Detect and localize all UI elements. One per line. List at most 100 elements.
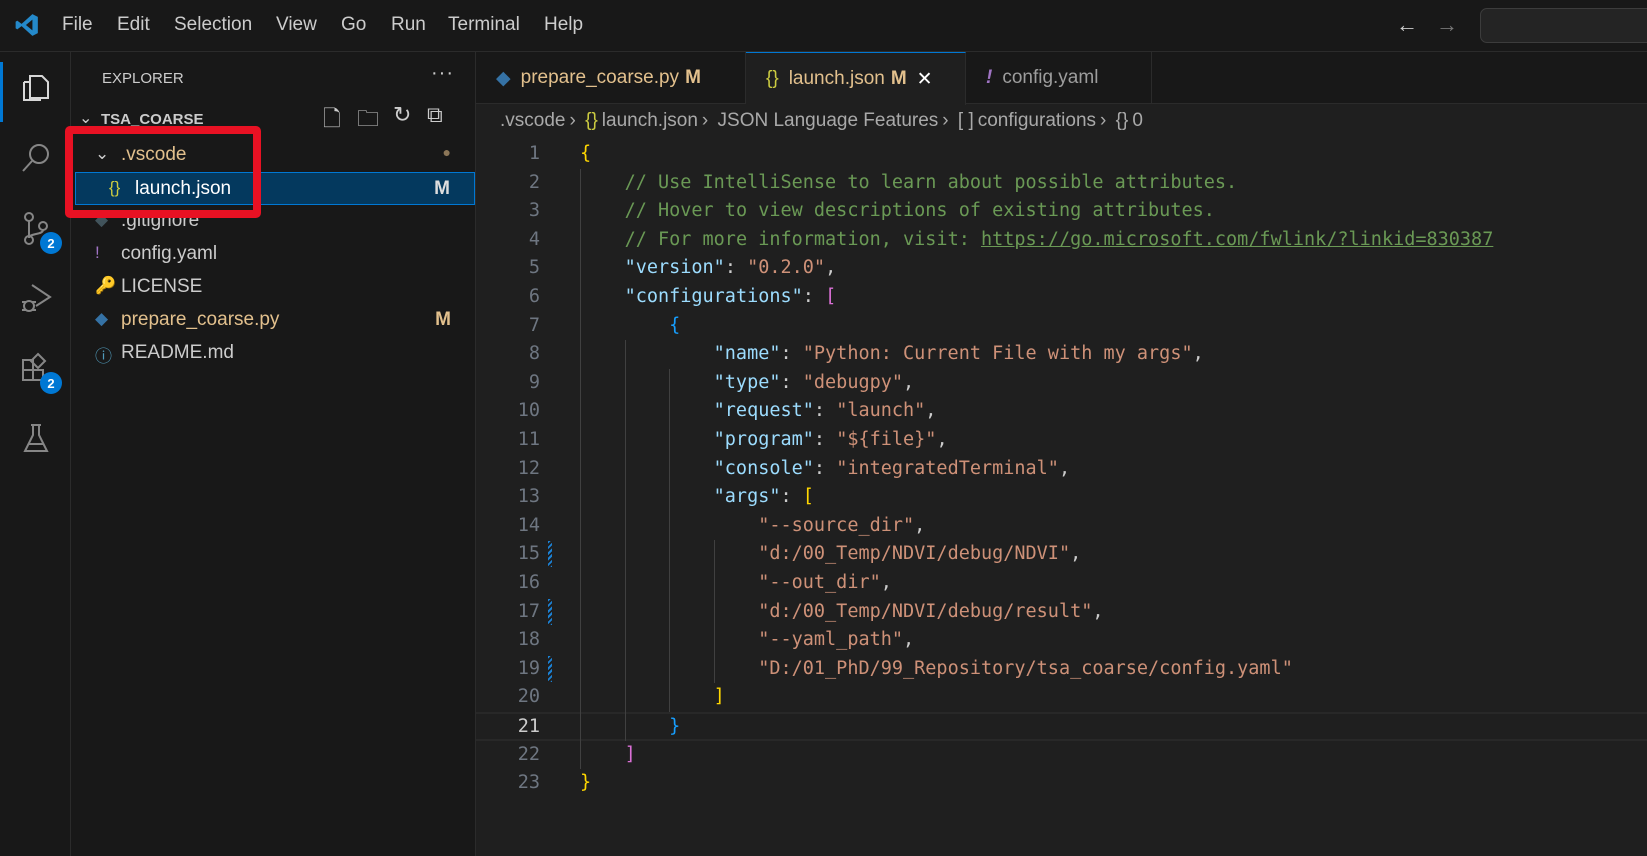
code-token: "launch" — [836, 400, 926, 422]
tree-item-label: LICENSE — [121, 276, 203, 297]
breadcrumb-item[interactable]: .vscode — [500, 110, 565, 131]
more-actions-icon[interactable]: ··· — [431, 62, 454, 85]
modified-line-gutter-indicator[interactable] — [548, 598, 552, 625]
code-token: [ — [825, 286, 837, 307]
tab-status: M — [685, 67, 701, 88]
tab-label: prepare_coarse.py — [520, 67, 680, 88]
breadcrumb-item[interactable]: 0 — [1132, 110, 1143, 131]
code-text: } — [580, 714, 680, 739]
code-text: "request": "launch", — [580, 397, 937, 426]
menu-edit[interactable]: Edit — [117, 14, 150, 36]
code-token: "debugpy" — [802, 371, 904, 393]
breadcrumb-item[interactable]: launch.json — [602, 110, 698, 131]
code-token: ] — [713, 686, 725, 708]
collapse-all-icon[interactable]: ⧉ — [427, 102, 443, 128]
command-center-search[interactable] — [1480, 8, 1647, 43]
menu-help[interactable]: Help — [544, 14, 583, 36]
tab-launch-json[interactable]: {} launch.json M ✕ — [746, 52, 966, 105]
line-number: 4 — [528, 228, 540, 250]
code-line: 18 "--yaml_path", — [476, 626, 1647, 655]
line-number: 5 — [528, 257, 540, 279]
code-text: "args": [ — [580, 483, 814, 512]
code-token: , — [880, 572, 892, 593]
run-debug-icon[interactable] — [14, 276, 58, 320]
back-arrow-icon[interactable]: ← — [1396, 12, 1418, 38]
new-file-icon[interactable]: 🗋 — [323, 102, 341, 140]
extensions-icon[interactable]: 2 — [14, 346, 62, 394]
menu-go[interactable]: Go — [341, 14, 366, 36]
activity-bar: 2 2 — [0, 52, 71, 856]
explorer-icon[interactable] — [14, 66, 58, 110]
code-token: "type" — [713, 371, 781, 393]
link[interactable]: https://go.microsoft.com/fwlink/?linkid=… — [981, 229, 1493, 250]
code-line: 11 "program": "${file}", — [476, 426, 1647, 455]
code-token: [ — [802, 486, 814, 508]
testing-flask-icon[interactable] — [14, 416, 58, 460]
code-line: 10 "request": "launch", — [476, 397, 1647, 426]
menu-view[interactable]: View — [276, 14, 317, 36]
code-token: "name" — [713, 343, 781, 365]
tree-item-prepare_coarse-py[interactable]: ◆ prepare_coarse.py M — [75, 304, 475, 337]
line-number: 15 — [517, 543, 540, 565]
array-icon: [ ] — [957, 110, 974, 131]
code-line: 1{ — [476, 140, 1647, 169]
tab-config-yaml[interactable]: ! config.yaml — [966, 52, 1152, 104]
line-number: 12 — [517, 457, 540, 479]
code-text: "d:/00_Temp/NDVI/debug/result", — [580, 598, 1103, 627]
code-text: "console": "integratedTerminal", — [580, 455, 1070, 484]
line-number: 16 — [517, 572, 540, 593]
refresh-icon[interactable]: ↻ — [393, 102, 411, 128]
tree-item-label: prepare_coarse.py — [121, 309, 280, 330]
code-line: 14 "--source_dir", — [476, 512, 1647, 541]
editor-tabs: ◆ prepare_coarse.py M {} launch.json M ✕… — [476, 52, 1647, 105]
tree-item-config-yaml[interactable]: ! config.yaml — [75, 238, 475, 271]
menu-run[interactable]: Run — [391, 14, 426, 36]
code-token: , — [1070, 543, 1082, 565]
line-number: 9 — [528, 371, 540, 393]
tree-item-label: config.yaml — [121, 243, 218, 264]
forward-arrow-icon[interactable]: → — [1436, 12, 1458, 38]
source-control-icon[interactable]: 2 — [14, 206, 62, 254]
breadcrumb-item[interactable]: configurations — [978, 110, 1096, 131]
vscode-logo-icon — [15, 14, 38, 36]
scm-badge: 2 — [40, 232, 62, 254]
code-line: 20 ] — [476, 683, 1647, 712]
code-line: 17 "d:/00_Temp/NDVI/debug/result", — [476, 598, 1647, 627]
modified-line-gutter-indicator[interactable] — [548, 655, 552, 682]
title-bar: File Edit Selection View Go Run Terminal Help ←… — [0, 0, 1647, 52]
tree-item-LICENSE[interactable]: 🔑 LICENSE — [75, 271, 475, 304]
code-token: , — [1192, 343, 1204, 365]
code-token: "--yaml_path" — [758, 629, 904, 651]
breadcrumb-item[interactable]: JSON Language Features — [718, 110, 939, 131]
code-text: "--source_dir", — [580, 512, 925, 541]
menu-file[interactable]: File — [62, 14, 93, 36]
code-line: 15 "d:/00_Temp/NDVI/debug/NDVI", — [476, 540, 1647, 569]
license-icon: 🔑 — [95, 276, 117, 295]
menu-terminal[interactable]: Terminal — [448, 14, 520, 36]
menu-selection[interactable]: Selection — [174, 14, 252, 36]
search-icon[interactable] — [14, 136, 58, 180]
new-folder-icon[interactable]: 🗀 — [357, 102, 379, 140]
git-status-badge: ● — [442, 144, 451, 160]
code-token: , — [903, 629, 915, 651]
modified-line-gutter-indicator[interactable] — [548, 541, 552, 568]
code-line: 22 ] — [476, 741, 1647, 770]
python-icon: ◆ — [95, 309, 109, 328]
code-line: 13 "args": [ — [476, 483, 1647, 512]
code-text: "program": "${file}", — [580, 426, 948, 455]
line-number: 11 — [517, 429, 540, 450]
line-number: 14 — [517, 514, 540, 536]
line-number: 19 — [517, 657, 540, 679]
tree-item-README-md[interactable]: ⓘ README.md — [75, 337, 475, 370]
code-token: } — [669, 716, 681, 737]
close-icon[interactable]: ✕ — [917, 68, 933, 91]
code-editor[interactable]: 1{2 // Use IntelliSense to learn about p… — [476, 140, 1647, 856]
code-token: : — [813, 400, 837, 422]
tab-prepare-coarse-py[interactable]: ◆ prepare_coarse.py M — [476, 52, 746, 104]
code-token: , — [1058, 457, 1071, 479]
code-token: , — [936, 429, 948, 450]
